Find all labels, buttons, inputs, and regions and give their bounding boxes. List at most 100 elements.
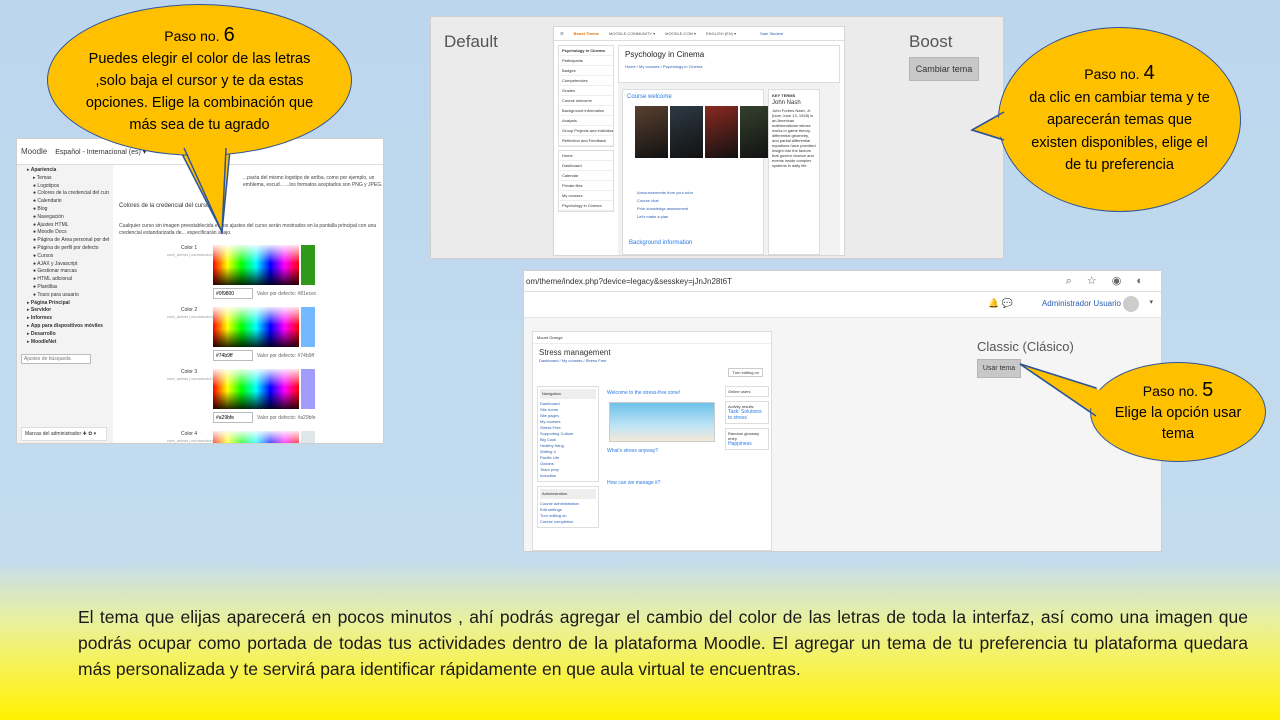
sidebar-item[interactable]: ▸ Desarrollo [21,331,109,339]
course-index-item[interactable]: Analysis [559,116,613,126]
key-terms-block: KEY TERMS John Nash John Forbes Nash, Jr… [768,89,820,255]
settings-search-input[interactable]: Ajustes de búsqueda [21,354,91,365]
boost-course-index: Psychology in Cinema Participants Badges Co… [558,45,614,253]
course-index-item[interactable]: Group Projects and individual tasks [559,126,613,136]
section-welcome[interactable]: Course welcome [627,94,759,100]
url-text[interactable]: om/theme/index.php?device=legacy&sesskey… [526,277,732,286]
sidebar-item[interactable]: ● Blog [21,206,109,214]
sidebar-item[interactable]: ▸ Temas [21,175,109,183]
use-theme-button[interactable]: Usar tema [977,359,1021,378]
classic-preview: Mount Orange Stress management Dashboard… [532,331,772,551]
glossary-block: Random glossary entry Happiness [725,428,769,450]
default-theme-title: Default [444,32,498,51]
sidebar-item[interactable]: ● Tours para usuario [21,292,109,300]
site-nav-item[interactable]: Dashboard [559,161,613,171]
administration-item[interactable]: Course completion [540,519,596,525]
course-activity-link[interactable]: Prior knowledge assessment [637,206,757,211]
course-index-item[interactable]: Reflection and Feedback [559,136,613,146]
sidebar-item[interactable]: ● Moodle Docs [21,229,109,237]
welcome-heading[interactable]: Welcome to the stress-free zone! [603,386,721,400]
course-activity-link[interactable]: Course chat [637,198,757,203]
site-nav-item[interactable]: Calendar [559,171,613,181]
sidebar-item[interactable]: ▸ Informes [21,315,109,323]
boost-content: Psychology in Cinema Home / My courses /… [618,45,840,255]
sidebar-item[interactable]: ▸ App para dispositivos móviles [21,323,109,331]
course-index-item[interactable]: Badges [559,66,613,76]
nav-language[interactable]: ENGLISH (EN) ▾ [706,31,736,36]
course-activity-link[interactable]: Announcements from your tutor [637,190,757,195]
color-hex-input[interactable]: #a29bfe [213,412,253,423]
course-index-item[interactable]: Background information [559,106,613,116]
sidebar-item[interactable]: ● Página de Área personal por defecto [21,237,109,245]
site-nav-item[interactable]: Home [559,151,613,161]
callout-4-paso: Paso no. [1084,66,1140,83]
color-setting-label: Color 1 [181,245,198,251]
browser-url-bar: om/theme/index.php?device=legacy&sesskey… [524,271,1161,292]
sidebar-item[interactable]: ▸ Servidor [21,307,109,315]
classic-site-name[interactable]: Mount Orange [533,332,771,344]
sidebar-item[interactable]: ▸ Apariencia [21,167,109,175]
color-picker-gradient[interactable] [213,307,299,347]
explanation-paragraph: El tema que elijas aparecerá en pocos mi… [78,607,1248,679]
turn-editing-button[interactable]: Turn editing on [728,368,763,377]
sidebar-item[interactable]: ● Calendario [21,198,109,206]
course-activity-link[interactable]: Let's make a plan [637,214,757,219]
breadcrumb[interactable]: Home / My courses / Psychology in Cinema [625,64,833,69]
color-setting-key: core_admin | coursecolor4 [167,438,215,443]
avatar[interactable] [1123,296,1139,312]
sidebar-item[interactable]: ● Ajustes HTML [21,222,109,230]
stress-question-2[interactable]: How can we manage it? [603,476,721,490]
admin-bookmarks-block[interactable]: Marcas del administrador ✚ ✿ ▾ [21,427,107,441]
notification-icon[interactable]: 🔔 💬 [988,298,1013,309]
color-hex-input[interactable]: #0f9800 [213,288,253,299]
sidebar-item[interactable]: ● Plantillas [21,284,109,292]
sidebar-item[interactable]: ▸ MoodleNet [21,339,109,347]
activity-task-link[interactable]: Task: Solutions to stress [728,409,766,421]
section-background[interactable]: Background information [629,240,692,246]
nav-moodlecom[interactable]: MOODLE.COM ▾ [665,31,696,36]
sidebar-item[interactable]: ● Cursos [21,253,109,261]
sidebar-item[interactable]: ▸ Página Principal [21,300,109,308]
navigation-item[interactable]: Induction [540,473,596,479]
chevron-down-icon[interactable]: ▾ [1149,298,1153,306]
hamburger-icon[interactable]: ☰ [560,31,564,36]
language-selector[interactable]: Español - Internacional (es) ▾ [55,148,146,156]
boost-navbar: ☰ Boost Theme MOODLE COMMUNITY ▾ MOODLE.… [554,27,844,41]
sidebar-item[interactable]: ● Logotipos [21,183,109,191]
course-index-item[interactable]: Competencies [559,76,613,86]
course-index-item[interactable]: Psychology in Cinema [559,46,613,56]
site-nav-item[interactable]: My courses [559,191,613,201]
change-theme-button[interactable]: Cambiar tema [909,57,979,81]
color-setting-row: Color 1 core_admin | coursecolor1 #0f9800 V… [117,245,317,301]
course-index-item[interactable]: Course welcome [559,96,613,106]
sidebar-item[interactable]: ● AJAX y Javascript [21,261,109,269]
stress-question-1[interactable]: What's stress anyway? [603,444,721,458]
color-picker-gradient[interactable] [213,245,299,285]
sidebar-item[interactable]: ● Página de perfil por defecto [21,245,109,253]
site-nav-item[interactable]: Private files [559,181,613,191]
sidebar-item[interactable]: ● HTML adicional [21,276,109,284]
course-index-item[interactable]: Participants [559,56,613,66]
moodle-brand[interactable]: Moodle [21,147,47,156]
sidebar-item[interactable]: ● Colores de la credencial del curso [21,190,109,198]
section-description: Cualquier curso sin imagen preestablecid… [119,223,377,236]
movie-poster-image [705,106,738,158]
classic-breadcrumb[interactable]: Dashboard / My courses / Stress Free [533,358,771,363]
color-hex-input[interactable]: #74b9ff [213,350,253,361]
admin-user-menu[interactable]: Administrador Usuario [1042,299,1121,308]
navigation-block-title: Navigation [540,389,596,399]
site-nav-item[interactable]: Psychology in Cinema [559,201,613,211]
color-default-value: Valor por defecto: #74b9ff [257,353,315,359]
nav-community[interactable]: MOODLE COMMUNITY ▾ [609,31,655,36]
sidebar-item[interactable]: ● Gestionar marcas [21,268,109,276]
color-picker-gradient[interactable] [213,431,299,443]
admin-sidebar: ▸ Apariencia ▸ Temas ● Logotipos ● Colores … [17,165,113,443]
boost-logo[interactable]: Boost Theme [574,31,599,36]
sidebar-item[interactable]: ● Navegación [21,214,109,222]
color-picker-gradient[interactable] [213,369,299,409]
browser-toolbar-icons[interactable]: ⌕ ☆ ◉ ◐ [1066,274,1149,288]
course-index-item[interactable]: Grades [559,86,613,96]
nav-user[interactable]: Sam Student [760,31,783,36]
color-setting-row: Color 2 core_admin | coursecolor2 #74b9ff V… [117,307,317,363]
classic-theme-title: Classic (Clásico) [977,339,1074,354]
